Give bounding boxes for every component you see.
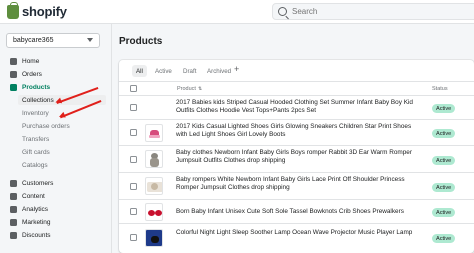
sidebar-item-label: Orders xyxy=(22,70,42,78)
store-name: babycare365 xyxy=(13,37,54,44)
discount-icon xyxy=(10,231,17,239)
status-badge: Active xyxy=(432,156,456,165)
column-header-product[interactable]: Product ⇅ xyxy=(177,86,202,92)
sidebar-item-label: Customers xyxy=(22,179,54,187)
products-card: All Active Draft Archived + Product ⇅ Sta… xyxy=(119,60,474,253)
sidebar-item-label: Products xyxy=(22,83,51,91)
sort-icon: ⇅ xyxy=(197,86,203,92)
sidebar-item-label: Analytics xyxy=(22,205,49,213)
row-checkbox[interactable] xyxy=(130,104,137,111)
shopify-logo[interactable]: shopify xyxy=(7,1,67,19)
status-badge: Active xyxy=(432,234,456,243)
filter-tabs: All Active Draft Archived + xyxy=(119,60,474,82)
table-row[interactable]: Baby clothes Newborn Infant Baby Girls B… xyxy=(119,146,474,173)
product-name[interactable]: Colorful Night Light Sleep Soother Lamp … xyxy=(176,229,416,237)
row-checkbox[interactable] xyxy=(130,208,137,215)
product-name[interactable]: Baby clothes Newborn Infant Baby Girls B… xyxy=(176,149,416,165)
sidebar-subitem-gift-cards[interactable]: Gift cards xyxy=(22,147,50,157)
search-icon xyxy=(278,7,287,16)
product-thumbnail xyxy=(145,124,163,142)
tab-draft[interactable]: Draft xyxy=(179,65,200,77)
sidebar-item-analytics[interactable]: Analytics xyxy=(10,204,48,214)
content-icon xyxy=(10,192,17,200)
sidebar-item-home[interactable]: Home xyxy=(10,56,39,66)
search-input[interactable] xyxy=(292,7,462,16)
sidebar-item-marketing[interactable]: Marketing xyxy=(10,217,51,227)
row-checkbox[interactable] xyxy=(130,234,137,241)
product-name[interactable]: 2017 Babies kids Striped Casual Hooded C… xyxy=(176,99,416,115)
tab-archived[interactable]: Archived xyxy=(203,65,235,77)
sidebar-item-label: Discounts xyxy=(22,231,51,239)
sidebar-item-products[interactable]: Products xyxy=(10,82,50,92)
sidebar-item-customers[interactable]: Customers xyxy=(10,178,53,188)
tab-active[interactable]: Active xyxy=(151,65,176,77)
tab-all[interactable]: All xyxy=(132,65,147,77)
row-checkbox[interactable] xyxy=(130,129,137,136)
product-thumbnail xyxy=(145,203,163,221)
logo-text: shopify xyxy=(22,4,67,19)
product-thumbnail xyxy=(145,150,163,168)
sidebar-item-label: Marketing xyxy=(22,218,51,226)
select-all-checkbox[interactable] xyxy=(130,85,137,92)
sidebar: babycare365 Home Orders Products Collect… xyxy=(0,24,112,253)
product-name[interactable]: Baby rompers White Newborn Infant Baby G… xyxy=(176,176,416,192)
table-row[interactable]: 2017 Babies kids Striped Casual Hooded C… xyxy=(119,96,474,120)
product-name[interactable]: Born Baby Infant Unisex Cute Soft Sole T… xyxy=(176,208,416,216)
column-header-status: Status xyxy=(432,86,448,92)
chevron-down-icon xyxy=(87,38,93,42)
table-row[interactable]: Born Baby Infant Unisex Cute Soft Sole T… xyxy=(119,200,474,224)
store-selector[interactable]: babycare365 xyxy=(6,33,100,48)
table-row[interactable]: 2017 Kids Casual Lighted Shoes Girls Glo… xyxy=(119,120,474,146)
orders-icon xyxy=(10,70,17,78)
home-icon xyxy=(10,57,17,65)
add-view-icon[interactable]: + xyxy=(234,64,239,74)
product-name[interactable]: 2017 Kids Casual Lighted Shoes Girls Glo… xyxy=(176,123,416,139)
main-content: Products All Active Draft Archived + Pro… xyxy=(112,24,474,253)
table-header: Product ⇅ Status xyxy=(119,82,474,96)
status-badge: Active xyxy=(432,208,456,217)
product-thumbnail xyxy=(145,229,163,247)
sidebar-subitem-inventory[interactable]: Inventory xyxy=(22,108,49,118)
shopify-bag-icon xyxy=(7,1,19,19)
row-checkbox[interactable] xyxy=(130,156,137,163)
search-bar[interactable] xyxy=(272,3,474,20)
table-row[interactable]: Colorful Night Light Sleep Soother Lamp … xyxy=(119,224,474,253)
tag-icon xyxy=(10,83,17,91)
sidebar-subitem-catalogs[interactable]: Catalogs xyxy=(22,160,48,170)
marketing-icon xyxy=(10,218,17,226)
sidebar-subitem-purchase-orders[interactable]: Purchase orders xyxy=(22,121,70,131)
top-bar: shopify xyxy=(0,0,474,24)
table-row[interactable]: Baby rompers White Newborn Infant Baby G… xyxy=(119,173,474,200)
sidebar-item-content[interactable]: Content xyxy=(10,191,45,201)
status-badge: Active xyxy=(432,129,456,138)
sidebar-item-label: Home xyxy=(22,57,40,65)
status-badge: Active xyxy=(432,183,456,192)
person-icon xyxy=(10,179,17,187)
analytics-icon xyxy=(10,205,17,213)
sidebar-item-label: Content xyxy=(22,192,45,200)
sidebar-item-discounts[interactable]: Discounts xyxy=(10,230,51,240)
status-badge: Active xyxy=(432,104,456,113)
sidebar-subitem-transfers[interactable]: Transfers xyxy=(22,134,49,144)
row-checkbox[interactable] xyxy=(130,183,137,190)
sidebar-item-orders[interactable]: Orders xyxy=(10,69,42,79)
page-title: Products xyxy=(119,36,163,47)
product-thumbnail xyxy=(145,177,163,195)
